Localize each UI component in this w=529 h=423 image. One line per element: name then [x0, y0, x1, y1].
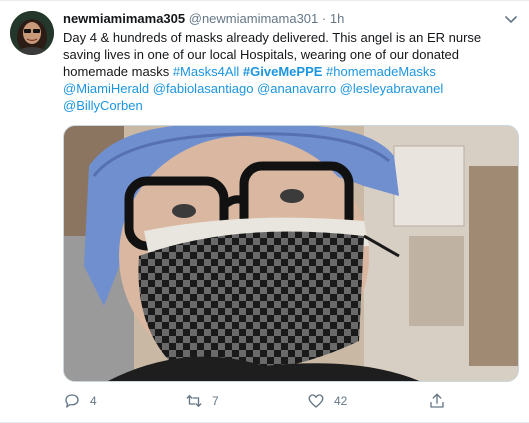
tweet-card[interactable]: newmiamimama305 @newmiamimama301 · 1h Da…	[0, 0, 529, 423]
heart-icon	[308, 394, 324, 408]
avatar[interactable]	[10, 11, 54, 55]
mention-fabiolasantiago[interactable]: @fabiolasantiago	[153, 81, 254, 96]
share-button[interactable]	[428, 390, 455, 412]
tweet-content: newmiamimama305 @newmiamimama301 · 1h Da…	[63, 9, 519, 114]
mention-lesleyabravanel[interactable]: @lesleyabravanel	[340, 81, 444, 96]
tweet-header: newmiamimama305 @newmiamimama301 · 1h	[63, 9, 519, 29]
reply-button[interactable]: 4	[63, 390, 97, 412]
hashtag-homemademasks[interactable]: #homemadeMasks	[326, 64, 436, 79]
share-icon	[430, 393, 444, 408]
reply-count: 4	[90, 394, 97, 408]
avatar-image	[10, 11, 54, 55]
retweet-icon	[186, 395, 202, 407]
chevron-down-icon[interactable]	[503, 11, 519, 27]
hashtag-givemeppe[interactable]: #GiveMePPE	[243, 64, 323, 79]
separator-dot: ·	[321, 11, 327, 26]
retweet-button[interactable]: 7	[185, 390, 219, 412]
tweet-photo[interactable]	[63, 125, 519, 382]
timestamp[interactable]: 1h	[330, 11, 344, 26]
mention-billycorben[interactable]: @BillyCorben	[63, 98, 143, 113]
retweet-count: 7	[212, 394, 219, 408]
reply-icon	[65, 394, 79, 408]
display-name[interactable]: newmiamimama305	[63, 11, 185, 26]
user-handle[interactable]: @newmiamimama301	[189, 11, 319, 26]
like-count: 42	[334, 394, 348, 408]
tweet-actions: 4 7 42	[63, 390, 463, 412]
mention-miamiherald[interactable]: @MiamiHerald	[63, 81, 149, 96]
nurse-photo-image	[64, 126, 518, 381]
mention-ananavarro[interactable]: @ananavarro	[257, 81, 336, 96]
tweet-text: Day 4 & hundreds of masks already delive…	[63, 29, 519, 114]
like-button[interactable]: 42	[307, 390, 347, 412]
hashtag-masks4all[interactable]: #Masks4All	[173, 64, 239, 79]
